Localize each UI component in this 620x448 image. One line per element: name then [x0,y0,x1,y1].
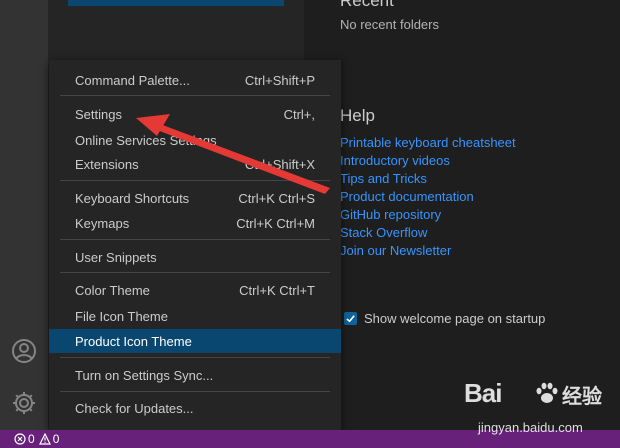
watermark-url: jingyan.baidu.com [478,420,583,435]
show-on-startup-checkbox[interactable] [344,312,357,325]
menu-item-command-palette[interactable]: Command Palette... Ctrl+Shift+P [49,68,341,92]
watermark-brand: Bai [464,378,502,408]
activity-bar [0,0,48,430]
menu-separator [60,391,330,392]
menu-item-label: User Snippets [75,249,157,265]
menu-item-shortcut: Ctrl+, [283,106,315,122]
recent-empty-text: No recent folders [340,17,439,32]
menu-item-extensions[interactable]: Extensions Ctrl+Shift+X [49,152,341,176]
menu-item-label: File Icon Theme [75,308,168,324]
menu-item-label: Keymaps [75,215,130,231]
menu-item-product-icon-theme[interactable]: Product Icon Theme [49,329,341,353]
show-on-startup-label: Show welcome page on startup [364,311,546,326]
menu-separator [60,272,330,273]
menu-item-shortcut: Ctrl+K Ctrl+S [238,190,315,206]
menu-item-settings[interactable]: Settings Ctrl+, [49,102,341,126]
error-icon [14,433,26,445]
warning-icon [38,433,51,445]
menu-item-color-theme[interactable]: Color Theme Ctrl+K Ctrl+T [49,278,341,302]
menu-separator [60,357,330,358]
help-link-github-repo[interactable]: GitHub repository [340,206,516,224]
menu-item-label: Extensions [75,156,139,172]
startup-option: Show welcome page on startup [344,311,545,326]
menu-item-keymaps[interactable]: Keymaps Ctrl+K Ctrl+M [49,211,341,235]
menu-item-label: Product Icon Theme [75,333,192,349]
menu-item-shortcut: Ctrl+K Ctrl+M [236,215,315,231]
help-link-stack-overflow[interactable]: Stack Overflow [340,224,516,242]
menu-item-label: Online Services Settings [75,132,217,148]
sidebar-selected-item[interactable] [68,0,284,6]
help-link-product-docs[interactable]: Product documentation [340,188,516,206]
help-link-intro-videos[interactable]: Introductory videos [340,152,516,170]
watermark-brand-suffix: 经验 [562,386,602,408]
accounts-icon[interactable] [10,337,38,365]
menu-item-user-snippets[interactable]: User Snippets [49,245,341,269]
menu-item-settings-sync[interactable]: Turn on Settings Sync... [49,363,341,387]
manage-gear-icon[interactable] [10,389,38,417]
status-errors[interactable]: 0 [14,432,35,446]
paw-logo-icon [536,382,558,403]
menu-item-label: Command Palette... [75,72,190,88]
menu-item-label: Turn on Settings Sync... [75,367,214,383]
menu-separator [60,95,330,96]
menu-item-label: Settings [75,106,122,122]
help-link-keyboard-cheatsheet[interactable]: Printable keyboard cheatsheet [340,134,516,152]
menu-item-shortcut: Ctrl+Shift+X [244,156,315,172]
menu-item-shortcut: Ctrl+Shift+P [244,72,315,88]
menu-item-shortcut: Ctrl+K Ctrl+T [239,282,315,298]
menu-separator [60,239,330,240]
menu-item-online-services-settings[interactable]: Online Services Settings [49,128,341,152]
recent-heading: Recent [340,0,394,10]
status-warnings[interactable]: 0 [38,432,60,446]
help-link-newsletter[interactable]: Join our Newsletter [340,242,516,260]
checkmark-icon [346,315,355,323]
warning-count: 0 [52,432,60,446]
menu-item-label: Color Theme [75,282,150,298]
error-count: 0 [28,432,35,446]
welcome-page: Recent No recent folders Help Printable … [304,0,620,430]
help-heading: Help [340,106,375,125]
menu-item-file-icon-theme[interactable]: File Icon Theme [49,304,341,328]
menu-item-label: Keyboard Shortcuts [75,190,190,206]
baidu-jingyan-watermark: Bai 经验 jingyan.baidu.com [464,378,614,442]
menu-item-keyboard-shortcuts[interactable]: Keyboard Shortcuts Ctrl+K Ctrl+S [49,186,341,210]
menu-item-check-updates[interactable]: Check for Updates... [49,396,341,420]
menu-item-label: Check for Updates... [75,400,194,416]
menu-separator [60,180,330,181]
help-links-list: Printable keyboard cheatsheet Introducto… [340,134,516,260]
manage-context-menu: Command Palette... Ctrl+Shift+P Settings… [49,60,341,430]
help-link-tips-tricks[interactable]: Tips and Tricks [340,170,516,188]
